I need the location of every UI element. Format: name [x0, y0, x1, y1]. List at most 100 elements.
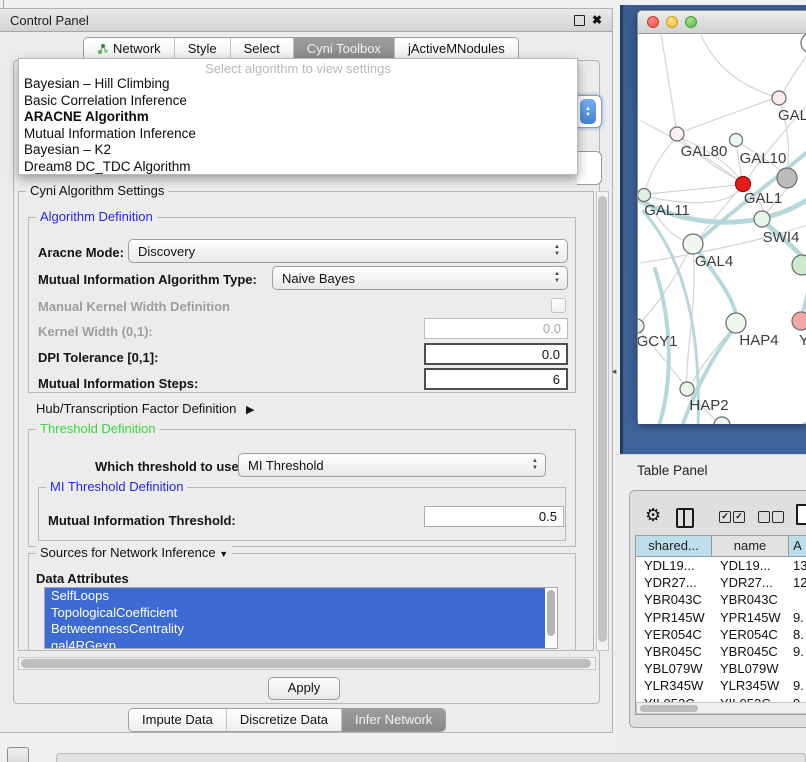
table-cell[interactable]: YLR345W — [712, 677, 789, 694]
network-node-gcy1[interactable] — [638, 319, 644, 333]
close-icon[interactable]: ✖ — [592, 15, 602, 25]
table-row[interactable]: YLR345WYLR345W9. — [636, 677, 806, 694]
table-row[interactable]: YBL079WYBL079W — [636, 660, 806, 677]
tab-network[interactable]: Network — [84, 38, 175, 60]
algorithm-option-basic-correlation-inference[interactable]: Basic Correlation Inference — [19, 93, 577, 110]
checked-pair-icon[interactable]: ✓ — [733, 511, 745, 523]
tab-discretize-data[interactable]: Discretize Data — [227, 709, 342, 731]
table-cell[interactable]: YBL079W — [636, 660, 712, 677]
table-cell[interactable]: YBR045C — [636, 643, 712, 660]
table-cell[interactable]: YDL19... — [712, 557, 789, 574]
mi-threshold-field[interactable]: 0.5 — [424, 506, 564, 527]
table-cell[interactable]: 8. — [789, 626, 806, 643]
attribute-item-gal4rgexp[interactable]: gal4RGexp — [45, 638, 545, 650]
checked-pair-icon[interactable]: ✓ — [719, 511, 731, 523]
attribute-item-topologicalcoefficient[interactable]: TopologicalCoefficient — [45, 605, 545, 622]
table-cell[interactable]: YBL079W — [712, 660, 789, 677]
table-cell[interactable]: YER054C — [636, 626, 712, 643]
unchecked-pair-icon[interactable] — [772, 511, 784, 523]
gear-icon[interactable]: ⚙ — [645, 506, 661, 524]
attribute-item-betweennesscentrality[interactable]: BetweennessCentrality — [45, 621, 545, 638]
network-node[interactable] — [714, 417, 730, 424]
table-cell[interactable]: YBR043C — [636, 591, 712, 608]
tab-style[interactable]: Style — [175, 38, 231, 60]
network-node[interactable] — [792, 255, 806, 275]
zoom-light-icon[interactable] — [685, 16, 697, 28]
tab-cyni-toolbox[interactable]: Cyni Toolbox — [294, 38, 395, 60]
tab-select[interactable]: Select — [231, 38, 294, 60]
network-node-gal[interactable] — [772, 91, 786, 105]
tab-impute-data[interactable]: Impute Data — [129, 709, 227, 731]
column-header-a[interactable]: A — [789, 536, 806, 556]
unchecked-pair-icon[interactable] — [758, 511, 770, 523]
table-cell[interactable]: 13 — [789, 557, 806, 574]
table-row[interactable]: YDL19...YDL19...13 — [636, 557, 806, 574]
which-threshold-select[interactable]: MI Threshold ▲▼ — [238, 453, 546, 477]
document-icon[interactable] — [796, 504, 806, 525]
network-node[interactable] — [777, 168, 797, 188]
column-header-shared[interactable]: shared... — [636, 536, 712, 556]
table-cell[interactable]: YPR145W — [636, 609, 712, 626]
table-cell[interactable]: 9. — [789, 609, 806, 626]
network-node-hap2[interactable] — [680, 382, 694, 396]
settings-horizontal-scrollbar[interactable] — [18, 657, 596, 670]
tab-infer-network[interactable]: Infer Network — [342, 709, 445, 731]
table-cell[interactable]: 12 — [789, 574, 806, 591]
algorithm-option-dream8-dc-tdc-algorithm[interactable]: Dream8 DC_TDC Algorithm — [19, 159, 577, 176]
algorithm-option-bayesian-k2[interactable]: Bayesian – K2 — [19, 142, 577, 159]
table-cell[interactable]: YDL19... — [636, 557, 712, 574]
table-cell[interactable]: YBR045C — [712, 643, 789, 660]
collapsed-panel-button[interactable] — [7, 747, 29, 762]
table-cell[interactable]: YER054C — [712, 626, 789, 643]
scrollbar-thumb[interactable] — [640, 705, 698, 712]
column-header-name[interactable]: name — [712, 536, 789, 556]
apply-button[interactable]: Apply — [268, 677, 340, 700]
data-attributes-list[interactable]: SelfLoopsTopologicalCoefficientBetweenne… — [44, 587, 558, 649]
network-node-gal11[interactable] — [638, 189, 651, 202]
table-cell[interactable]: YDR27... — [636, 574, 712, 591]
float-icon[interactable] — [574, 15, 585, 26]
table-cell[interactable]: YLR345W — [636, 677, 712, 694]
scrollbar-thumb[interactable] — [21, 659, 591, 668]
network-combobox-fragment[interactable] — [577, 151, 602, 185]
tab-jactivemnodules[interactable]: jActiveMNodules — [395, 38, 518, 60]
table-cell[interactable] — [789, 591, 806, 608]
table-cell[interactable]: 9. — [789, 677, 806, 694]
table-row[interactable]: YBR045CYBR045C9. — [636, 643, 806, 660]
attribute-item-selfloops[interactable]: SelfLoops — [45, 588, 545, 605]
table-cell[interactable]: 9. — [789, 643, 806, 660]
network-node-hap4[interactable] — [726, 313, 746, 333]
table-cell[interactable]: YBR043C — [712, 591, 789, 608]
mi-steps-field[interactable]: 6 — [424, 368, 568, 390]
table-row[interactable]: YBR043CYBR043C — [636, 591, 806, 608]
panel-collapse-icon[interactable]: ◄ — [610, 367, 618, 376]
minimize-light-icon[interactable] — [666, 16, 678, 28]
algorithm-combobox-fragment[interactable]: ▲▼ — [577, 95, 602, 128]
table-cell[interactable]: YPR145W — [712, 609, 789, 626]
table-row[interactable]: YPR145WYPR145W9. — [636, 609, 806, 626]
close-light-icon[interactable] — [647, 16, 659, 28]
network-node[interactable] — [801, 34, 806, 53]
table-row[interactable]: YER054CYER054C8. — [636, 626, 806, 643]
network-node-y[interactable] — [792, 312, 806, 330]
list-scrollbar[interactable] — [546, 590, 556, 646]
scrollbar-thumb[interactable] — [598, 196, 607, 642]
sources-title[interactable]: Sources for Network Inference ▼ — [36, 545, 232, 560]
algorithm-option-mutual-information-inference[interactable]: Mutual Information Inference — [19, 126, 577, 143]
network-node-gal4[interactable] — [683, 234, 703, 254]
network-node-swi4[interactable] — [754, 211, 770, 227]
network-node-gal10[interactable] — [730, 134, 743, 147]
network-node-gal80[interactable] — [670, 127, 684, 141]
settings-vertical-scrollbar[interactable] — [596, 191, 609, 651]
network-canvas[interactable]: GALGAL80GAL10GAL1GAL11SWI4GAL4GCY1HAP4YH… — [638, 34, 806, 424]
dpi-tolerance-field[interactable]: 0.0 — [424, 343, 568, 365]
aracne-mode-select[interactable]: Discovery ▲▼ — [128, 239, 568, 263]
table-horizontal-scrollbar[interactable] — [636, 702, 806, 714]
kernel-width-field[interactable]: 0.0 — [424, 318, 568, 339]
table-cell[interactable]: YDR27... — [712, 574, 789, 591]
scrollbar-thumb[interactable] — [547, 590, 555, 636]
table-cell[interactable] — [789, 660, 806, 677]
algorithm-option-aracne-algorithm[interactable]: ARACNE Algorithm — [19, 109, 577, 126]
table-row[interactable]: YDR27...YDR27...12 — [636, 574, 806, 591]
hub-definition-toggle[interactable]: Hub/Transcription Factor Definition ▶ — [36, 401, 254, 416]
